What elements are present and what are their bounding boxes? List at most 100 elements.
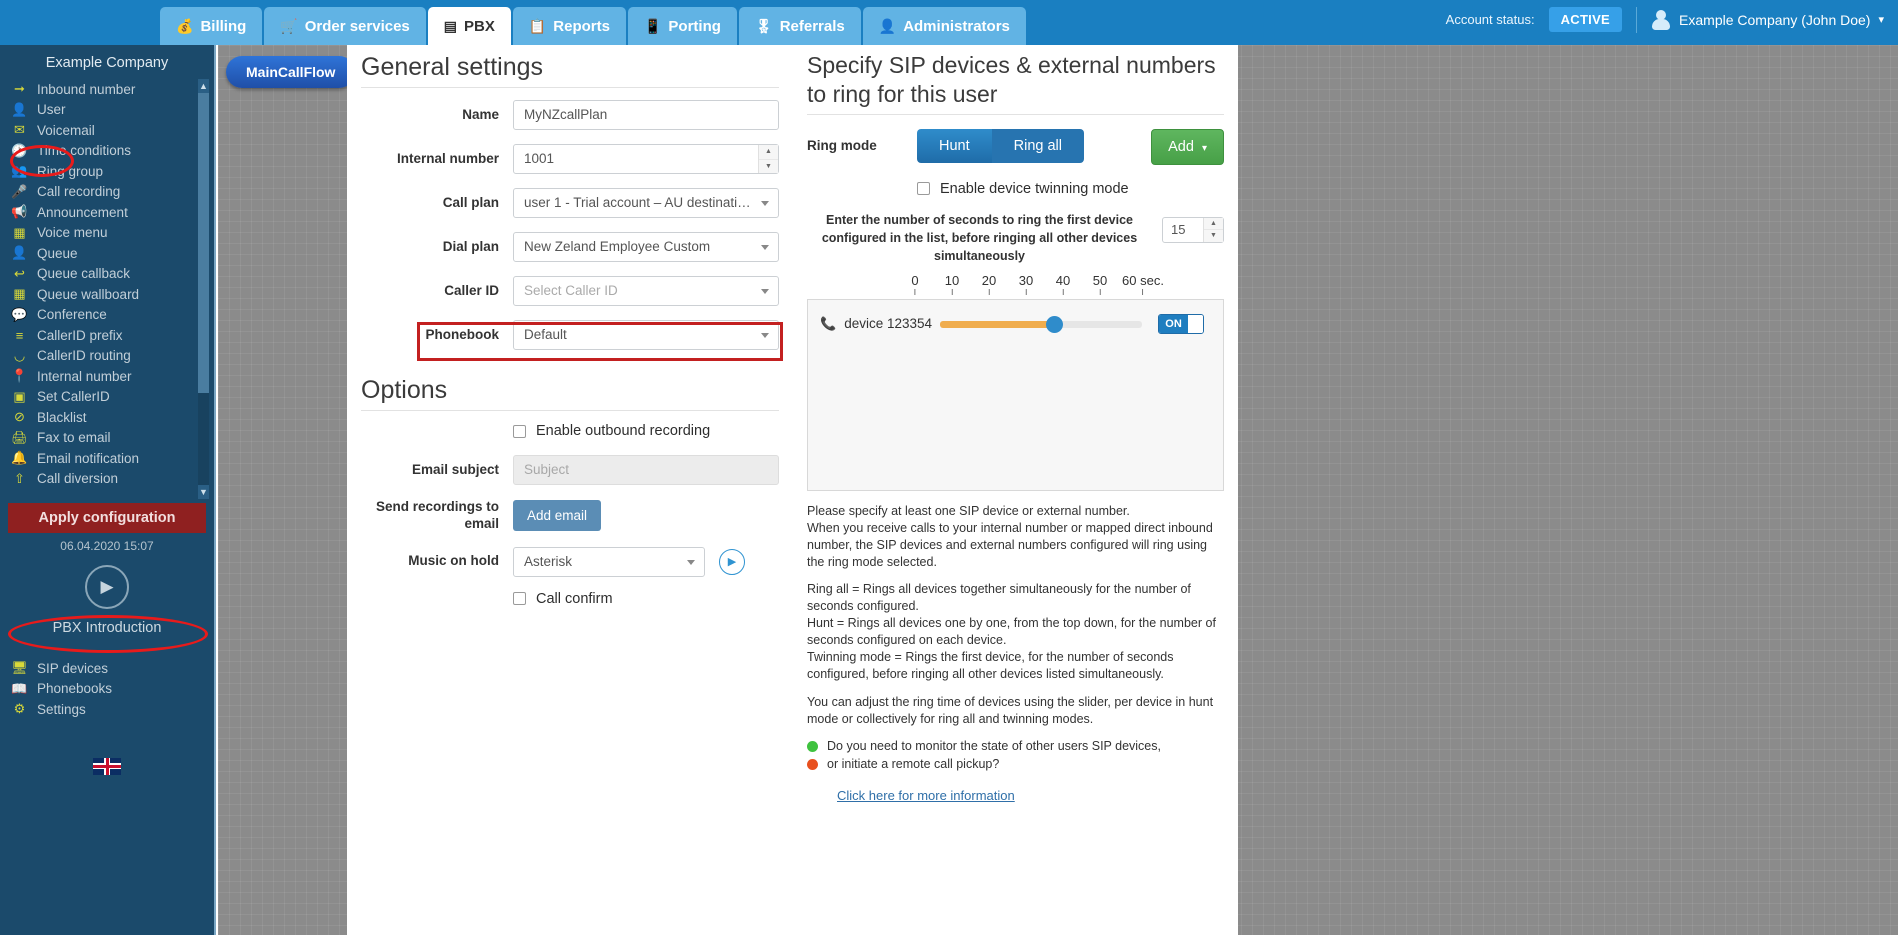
uk-flag-icon[interactable] <box>93 757 121 775</box>
sidebar-item-label: Queue callback <box>37 266 131 282</box>
sidebar-item-set-callerid[interactable]: ▣ Set CallerID <box>10 387 214 408</box>
pbx-introduction-block[interactable]: ▶ PBX Introduction <box>0 553 214 636</box>
sidebar-item-internal-number[interactable]: 📍 Internal number <box>10 366 214 387</box>
sidebar-item-queue-wallboard[interactable]: ▦ Queue wallboard <box>10 284 214 305</box>
sidebar-item-label: Time conditions <box>37 143 132 159</box>
add-device-button[interactable]: Add ▾ <box>1151 128 1224 165</box>
sidebar-item-phonebooks[interactable]: 📖 Phonebooks <box>10 679 214 700</box>
ring-mode-ring-all-button[interactable]: Ring all <box>991 128 1084 163</box>
account-status-label: Account status: <box>1445 12 1535 27</box>
sidebar-item-ring-group[interactable]: 👥 Ring group <box>10 161 214 182</box>
sidebar-item-email-notification[interactable]: 🔔 Email notification <box>10 448 214 469</box>
sidebar-item-call-recording[interactable]: 🎤 Call recording <box>10 182 214 203</box>
field-label: Call plan <box>442 194 499 210</box>
stepper-up-icon[interactable]: ▲ <box>759 145 778 160</box>
internal-number-input[interactable]: 1001 <box>513 144 779 174</box>
sidebar-item-blacklist[interactable]: ⊘ Blacklist <box>10 407 214 428</box>
tab-administrators[interactable]: 👤 Administrators <box>862 7 1026 45</box>
ring-time-slider[interactable] <box>940 315 1143 333</box>
field-row-internal-number: Internal number 1001 ▲ ▼ <box>361 144 779 174</box>
apply-timestamp: 06.04.2020 15:07 <box>60 539 154 553</box>
user-icon: 👤 <box>11 101 28 117</box>
tab-reports[interactable]: 📋 Reports <box>512 7 626 45</box>
apply-configuration-button[interactable]: Apply configuration <box>8 503 206 533</box>
quantity-stepper[interactable]: ▲ ▼ <box>758 145 778 173</box>
tab-pbx[interactable]: ▤ PBX <box>427 7 511 45</box>
sidebar-item-voice-menu[interactable]: ▦ Voice menu <box>10 223 214 244</box>
sidebar-item-callerid-prefix[interactable]: ≡ CallerID prefix <box>10 325 214 346</box>
gear-icon: ⚙ <box>13 701 26 717</box>
sidebar-item-sip-devices[interactable]: 🖥 SIP devices <box>10 658 214 679</box>
sidebar-item-call-diversion[interactable]: ⇧ Call diversion <box>10 469 214 490</box>
dial-plan-select[interactable]: New Zeland Employee Custom <box>513 232 779 262</box>
ruler-tick: 40 <box>1056 273 1070 295</box>
field-label: Send recordings to email <box>375 499 499 531</box>
enable-outbound-recording-row[interactable]: Enable outbound recording <box>513 423 779 439</box>
add-email-button[interactable]: Add email <box>513 500 602 532</box>
enable-outbound-recording-checkbox[interactable] <box>513 424 526 438</box>
play-icon[interactable]: ▶ <box>85 565 129 609</box>
tick-label: 10 <box>944 272 960 288</box>
sidebar-item-label: Settings <box>37 701 86 717</box>
call-plan-select[interactable]: user 1 - Trial account – AU destinations… <box>513 188 779 218</box>
device-twinning-row[interactable]: Enable device twinning mode <box>917 181 1224 197</box>
more-information-link[interactable]: Click here for more information <box>807 774 1224 803</box>
sidebar-item-label: Blacklist <box>37 409 87 425</box>
sidebar-item-inbound-number[interactable]: ➞ Inbound number <box>10 79 214 100</box>
sidebar-item-callerid-routing[interactable]: ◡ CallerID routing <box>10 346 214 367</box>
call-confirm-checkbox[interactable] <box>513 592 526 606</box>
field-label: Dial plan <box>442 238 499 254</box>
chevron-down-icon <box>761 333 769 338</box>
device-twinning-checkbox[interactable] <box>917 182 930 195</box>
slider-handle[interactable] <box>1046 315 1064 333</box>
clock-icon: 🕐 <box>11 142 28 158</box>
ruler-tick: 50 <box>1093 273 1107 295</box>
sidebar-scrollbar[interactable]: ▲ ▼ <box>198 79 209 499</box>
sidebar-item-label: User <box>37 102 66 118</box>
tab-billing[interactable]: 💰 Billing <box>160 7 263 45</box>
sidebar-item-settings[interactable]: ⚙ Settings <box>10 699 214 720</box>
stepper-up-icon[interactable]: ▲ <box>1204 218 1223 230</box>
play-icon[interactable]: ▶ <box>719 548 745 575</box>
phonebook-select[interactable]: Default <box>513 320 779 350</box>
sidebar-item-time-conditions[interactable]: 🕐 Time conditions <box>10 141 214 162</box>
sidebar-item-voicemail[interactable]: ✉ Voicemail <box>10 120 214 141</box>
call-flow-node[interactable]: MainCallFlow <box>226 56 356 88</box>
sidebar-item-announcement[interactable]: 📢 Announcement <box>10 202 214 223</box>
toggle-on-label: ON <box>1159 314 1189 333</box>
email-subject-input[interactable]: Subject <box>513 455 779 485</box>
sidebar-item-fax-to-email[interactable]: 🖨 Fax to email <box>10 428 214 449</box>
scroll-down-arrow-icon[interactable]: ▼ <box>198 485 209 499</box>
field-label: Music on hold <box>408 553 499 569</box>
tab-order-services[interactable]: 🛒 Order services <box>264 7 426 45</box>
scroll-up-arrow-icon[interactable]: ▲ <box>198 79 209 93</box>
field-row-name: Name MyNZcallPlan <box>361 100 779 130</box>
sidebar-item-queue-callback[interactable]: ↩ Queue callback <box>10 264 214 285</box>
call-plan-value: user 1 - Trial account – AU destinations… <box>524 195 779 210</box>
ring-mode-hunt-button[interactable]: Hunt <box>917 128 992 163</box>
bullet-item: Do you need to monitor the state of othe… <box>807 738 1224 755</box>
music-on-hold-select[interactable]: Asterisk <box>513 546 705 577</box>
tab-referrals[interactable]: 🎖 Referrals <box>738 7 861 45</box>
device-enable-toggle[interactable]: ON <box>1158 313 1205 334</box>
ring-mode-segmented-control[interactable]: Hunt Ring all <box>917 128 1084 163</box>
sidebar-item-label: Fax to email <box>37 430 111 446</box>
sidebar-item-conference[interactable]: 💬 Conference <box>10 305 214 326</box>
stepper-down-icon[interactable]: ▼ <box>759 160 778 174</box>
scrollbar-thumb[interactable] <box>198 93 209 393</box>
tick-mark <box>988 288 990 295</box>
green-dot-icon <box>807 741 818 753</box>
sidebar-item-user[interactable]: 👤 User <box>10 100 214 121</box>
tab-porting[interactable]: 📱 Porting <box>627 7 737 45</box>
wallet-icon: 💰 <box>176 18 194 34</box>
tab-label: Reports <box>553 17 610 35</box>
caller-id-select[interactable]: Select Caller ID <box>513 276 779 306</box>
stepper-down-icon[interactable]: ▼ <box>1204 230 1223 242</box>
user-menu[interactable]: Example Company (John Doe) ▾ <box>1651 9 1884 31</box>
divider <box>1636 6 1638 33</box>
name-input[interactable]: MyNZcallPlan <box>513 100 779 130</box>
ring-seconds-stepper[interactable]: ▲ ▼ <box>1203 217 1223 242</box>
sidebar-item-queue[interactable]: 👤 Queue <box>10 243 214 264</box>
tab-label: Referrals <box>779 17 845 35</box>
call-confirm-row[interactable]: Call confirm <box>513 591 779 607</box>
